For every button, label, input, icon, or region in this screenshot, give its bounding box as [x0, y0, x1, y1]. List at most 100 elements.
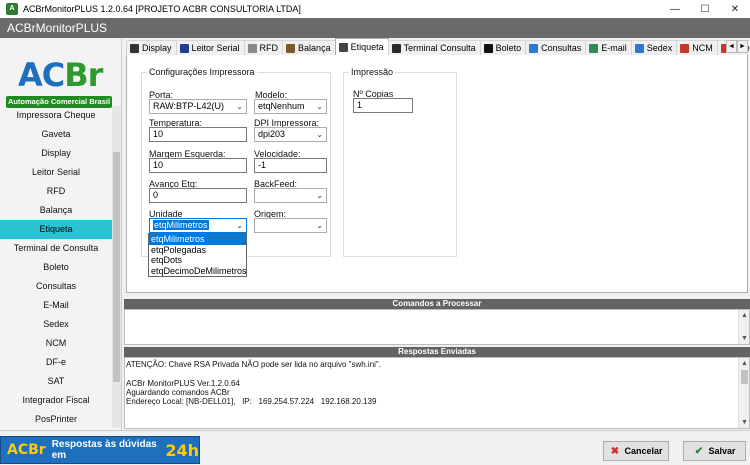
scroll-up-icon[interactable]: ▲	[739, 310, 750, 321]
log-line: ACBr MonitorPLUS Ver.1.2.0.64	[126, 378, 240, 388]
dpi-select[interactable]: dpi203 ⌄	[254, 127, 327, 142]
scroll-down-icon[interactable]: ▼	[739, 417, 750, 428]
sidebar-item-terminal-de-consulta[interactable]: Terminal de Consulta	[0, 239, 112, 258]
tab-label: Leitor Serial	[191, 43, 240, 53]
chevron-down-icon: ⌄	[316, 221, 323, 230]
chevron-down-icon: ⌄	[316, 191, 323, 200]
globe-icon	[529, 43, 539, 53]
display-icon	[130, 43, 139, 53]
config-group-title: Configurações Impressora	[147, 67, 257, 77]
modelo-select[interactable]: etqNenhum ⌄	[254, 99, 327, 114]
tab-etiqueta[interactable]: Etiqueta	[334, 38, 389, 55]
chevron-down-icon: ⌄	[236, 102, 243, 111]
sidebar-item-df-e[interactable]: DF-e	[0, 353, 112, 372]
app-icon: A	[6, 3, 18, 15]
sidebar-item-e-mail[interactable]: E-Mail	[0, 296, 112, 315]
sidebar-item-balan-a[interactable]: Balança	[0, 201, 112, 220]
unidade-dropdown-list: etqMilimetros etqPolegadas etqDots etqDecim…	[148, 233, 247, 277]
respostas-scrollbar[interactable]: ▲ ▼	[738, 358, 749, 428]
comandos-textarea[interactable]: ▲ ▼	[124, 309, 750, 345]
dropdown-option[interactable]: etqPolegadas	[149, 245, 246, 256]
banner-hours: 24h	[165, 440, 199, 460]
dropdown-option[interactable]: etqDots	[149, 255, 246, 266]
sidebar-item-etiqueta[interactable]: Etiqueta	[0, 220, 112, 239]
scroll-down-icon[interactable]: ▼	[739, 333, 750, 344]
scrollbar-thumb[interactable]	[113, 152, 120, 382]
email-icon	[589, 43, 599, 53]
app-title: ACBrMonitorPLUS	[7, 21, 108, 35]
avanco-input[interactable]: 0	[149, 188, 247, 203]
sidebar-item-consultas[interactable]: Consultas	[0, 277, 112, 296]
support-banner[interactable]: ACBr Respostas às dúvidas em 24h	[0, 436, 200, 464]
scrollbar-thumb[interactable]	[741, 370, 748, 384]
porta-select[interactable]: RAW:BTP-L42(U) ⌄	[149, 99, 247, 114]
sidebar-item-leitor-serial[interactable]: Leitor Serial	[0, 163, 112, 182]
tab-leitor-serial[interactable]: Leitor Serial	[175, 40, 245, 55]
tab-label: Sedex	[646, 43, 673, 53]
origem-select[interactable]: ⌄	[254, 218, 327, 233]
cancel-button[interactable]: ✖ Cancelar	[603, 441, 669, 461]
app-header: ACBrMonitorPLUS	[0, 18, 750, 38]
dropdown-option[interactable]: etqMilimetros	[149, 234, 246, 245]
tab-balan-a[interactable]: Balança	[282, 40, 336, 55]
barcode-icon	[483, 43, 493, 53]
respostas-log: ATENÇÃO: Chave RSA Privada NÃO pode ser …	[125, 360, 749, 406]
tab-sedex[interactable]: Sedex	[630, 40, 678, 55]
velocidade-input[interactable]: -1	[254, 158, 327, 173]
window-title: ACBrMonitorPLUS 1.2.0.64 [PROJETO ACBR C…	[23, 4, 301, 14]
close-button[interactable]: ✕	[720, 0, 750, 18]
tab-boleto[interactable]: Boleto	[479, 40, 527, 55]
tab-scroll-right-button[interactable]: ►	[737, 40, 748, 53]
copias-input[interactable]: 1	[353, 98, 413, 113]
globe-icon	[634, 43, 644, 53]
sidebar-scrollbar[interactable]	[112, 106, 121, 428]
tab-ncm[interactable]: NCM	[676, 40, 718, 55]
tab-label: Terminal Consulta	[403, 43, 476, 53]
sidebar-item-integrador-fiscal[interactable]: Integrador Fiscal	[0, 391, 112, 410]
banner-text: Respostas às dúvidas em	[51, 439, 157, 461]
respostas-textarea[interactable]: ATENÇÃO: Chave RSA Privada NÃO pode ser …	[124, 357, 750, 429]
tab-label: NCM	[692, 43, 713, 53]
impressao-group-title: Impressão	[349, 67, 396, 77]
save-button[interactable]: ✔ Salvar	[683, 441, 746, 461]
comandos-header: Comandos a Processar	[124, 299, 750, 309]
sidebar-menu: Impressora Cheque Gaveta Display Leitor Ser…	[0, 106, 122, 429]
maximize-button[interactable]: ☐	[690, 0, 720, 18]
sidebar-item-sedex[interactable]: Sedex	[0, 315, 112, 334]
sidebar-item-ncm[interactable]: NCM	[0, 334, 112, 353]
chevron-down-icon: ⌄	[316, 130, 323, 139]
tab-scroll-left-button[interactable]: ◄	[726, 40, 737, 53]
chevron-down-icon: ⌄	[236, 221, 243, 230]
sidebar-item-display[interactable]: Display	[0, 144, 112, 163]
dropdown-option[interactable]: etqDecimoDeMilimetros	[149, 266, 247, 277]
unidade-select[interactable]: etqMilimetros ⌄	[149, 218, 247, 233]
scale-icon	[286, 43, 296, 53]
logo-brand: ACBr	[18, 56, 103, 94]
sidebar-item-posprinter[interactable]: PosPrinter	[0, 410, 112, 429]
tab-e-mail[interactable]: E-mail	[585, 40, 632, 55]
tab-label: Consultas	[541, 43, 582, 53]
tab-scroll-controls: ◄ ►	[726, 40, 748, 53]
terminal-icon	[391, 43, 401, 53]
minimize-button[interactable]: —	[660, 0, 690, 18]
sidebar-item-sat[interactable]: SAT	[0, 372, 112, 391]
cancel-icon: ✖	[610, 445, 620, 457]
backfeed-select[interactable]: ⌄	[254, 188, 327, 203]
sidebar-item-impressora-cheque[interactable]: Impressora Cheque	[0, 106, 112, 125]
tab-consultas[interactable]: Consultas	[525, 40, 587, 55]
comandos-scrollbar[interactable]: ▲ ▼	[738, 310, 749, 344]
save-label: Salvar	[708, 446, 736, 456]
temperatura-input[interactable]: 10	[149, 127, 247, 142]
tab-rfd[interactable]: RFD	[243, 40, 284, 55]
margem-input[interactable]: 10	[149, 158, 247, 173]
log-line: Endereço Local: [NB-DELL01], IP: 169.254…	[126, 397, 377, 407]
sidebar-item-boleto[interactable]: Boleto	[0, 258, 112, 277]
sidebar-item-rfd[interactable]: RFD	[0, 182, 112, 201]
tab-terminal-consulta[interactable]: Terminal Consulta	[387, 40, 481, 55]
scroll-up-icon[interactable]: ▲	[739, 358, 750, 369]
tab-display[interactable]: Display	[126, 40, 177, 55]
sidebar-item-gaveta[interactable]: Gaveta	[0, 125, 112, 144]
log-line: ATENÇÃO: Chave RSA Privada NÃO pode ser …	[126, 360, 381, 369]
banner-logo: ACBr	[7, 442, 46, 458]
